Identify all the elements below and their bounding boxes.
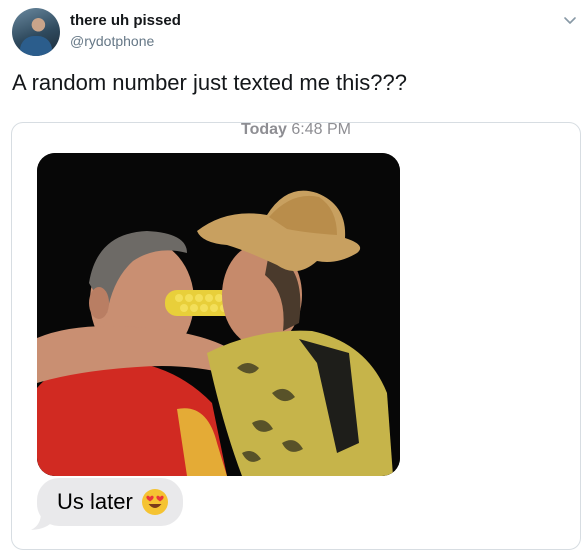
user-handle[interactable]: @rydotphone (70, 33, 154, 49)
message-photo[interactable] (37, 153, 400, 476)
profile-avatar[interactable] (12, 8, 60, 56)
heart-eyes-emoji-icon (141, 489, 168, 515)
display-name[interactable]: there uh pissed (70, 12, 181, 29)
tweet-text: A random number just texted me this??? (12, 70, 407, 95)
timestamp-day: Today (241, 122, 287, 138)
screenshot-card[interactable]: Today 6:48 PM Us later (11, 122, 581, 550)
timestamp-time: 6:48 PM (291, 122, 351, 138)
message-timestamp: Today 6:48 PM (12, 122, 580, 139)
bubble-text: Us later (57, 489, 133, 514)
chevron-down-icon[interactable] (562, 12, 578, 28)
message-bubble[interactable]: Us later (37, 478, 183, 526)
